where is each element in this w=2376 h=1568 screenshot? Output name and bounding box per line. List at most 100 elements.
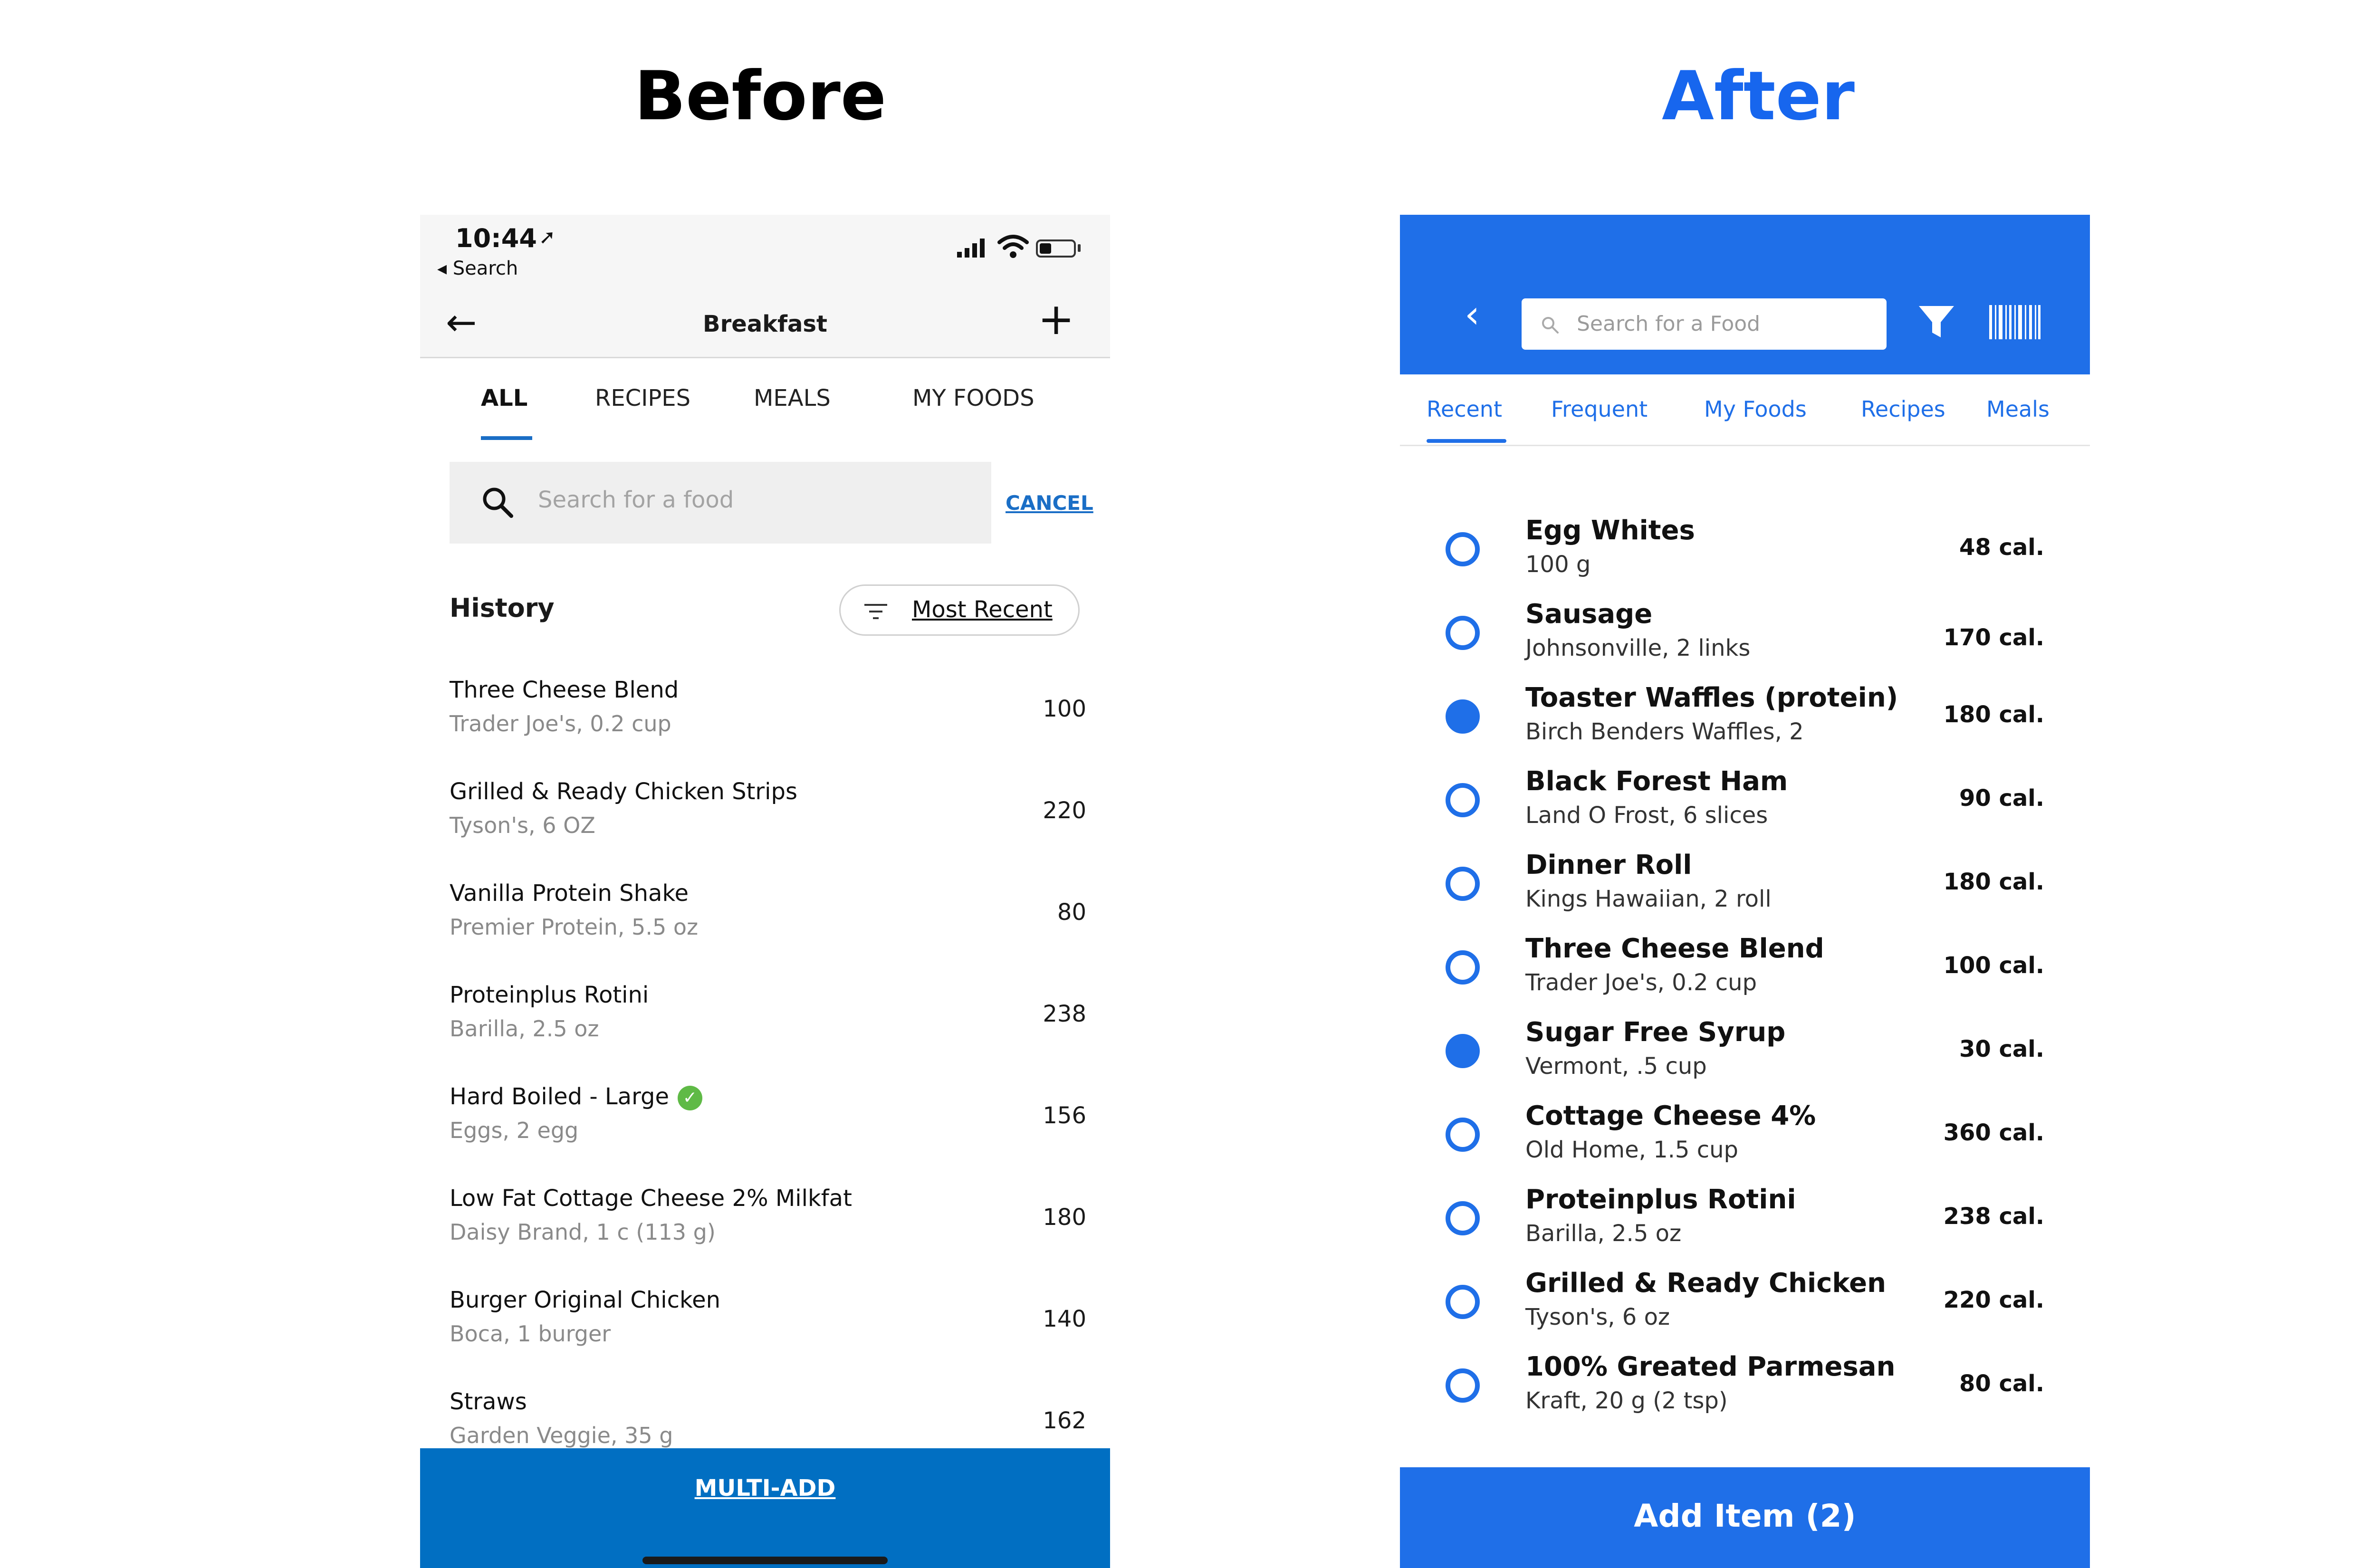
food-detail: Premier Protein, 5.5 oz [450, 914, 699, 940]
food-calories: 180 cal. [1943, 701, 2044, 728]
cellular-signal-icon [957, 239, 985, 258]
sort-button[interactable]: Most Recent [839, 584, 1080, 636]
tab-my-foods[interactable]: MY FOODS [912, 385, 1035, 411]
select-radio[interactable] [1446, 1118, 1480, 1152]
list-item[interactable]: Low Fat Cottage Cheese 2% Milkfat Daisy … [450, 1185, 1086, 1287]
tab-frequent[interactable]: Frequent [1551, 396, 1648, 422]
select-radio[interactable] [1446, 1034, 1480, 1068]
list-item[interactable]: Black Forest Ham Land O Frost, 6 slices … [1400, 766, 2090, 850]
status-time: 10:44 [455, 223, 537, 253]
select-radio[interactable] [1446, 1201, 1480, 1235]
list-item[interactable]: Cottage Cheese 4% Old Home, 1.5 cup 360 … [1400, 1100, 2090, 1184]
list-item[interactable]: Grilled & Ready Chicken Tyson's, 6 oz 22… [1400, 1268, 2090, 1351]
food-calories: 180 [1043, 1204, 1086, 1231]
food-name: Hard Boiled - Large [450, 1083, 669, 1110]
food-detail: Tyson's, 6 oz [1525, 1304, 1670, 1330]
list-item[interactable]: Hard Boiled - Large ✓ Eggs, 2 egg 156 [450, 1083, 1086, 1185]
search-input[interactable]: Search for a food [450, 462, 991, 544]
list-item[interactable]: Sausage Johnsonville, 2 links 170 cal. [1400, 599, 2090, 682]
food-calories: 156 [1043, 1102, 1086, 1129]
plus-icon[interactable]: + [1038, 297, 1074, 341]
food-name: Grilled & Ready Chicken Strips [450, 778, 797, 805]
nav-bar: ← Breakfast + [420, 286, 1110, 358]
list-item[interactable]: Grilled & Ready Chicken Strips Tyson's, … [450, 778, 1086, 880]
barcode-icon[interactable] [1989, 305, 2041, 339]
tab-meals[interactable]: Meals [1986, 396, 2050, 422]
filter-icon[interactable] [1918, 304, 1955, 340]
list-item[interactable]: 100% Greated Parmesan Kraft, 20 g (2 tsp… [1400, 1351, 2090, 1435]
food-calories: 238 [1043, 1001, 1086, 1027]
select-radio[interactable] [1446, 1368, 1480, 1403]
search-placeholder: Search for a food [538, 487, 734, 513]
list-item[interactable]: Vanilla Protein Shake Premier Protein, 5… [450, 880, 1086, 982]
list-item[interactable]: Sugar Free Syrup Vermont, .5 cup 30 cal. [1400, 1017, 2090, 1100]
tab-recipes[interactable]: RECIPES [595, 385, 690, 411]
list-item[interactable]: Dinner Roll Kings Hawaiian, 2 roll 180 c… [1400, 850, 2090, 933]
food-calories: 180 cal. [1943, 869, 2044, 895]
tab-recent[interactable]: Recent [1427, 396, 1502, 422]
list-item[interactable]: Toaster Waffles (protein) Birch Benders … [1400, 682, 2090, 766]
home-indicator[interactable] [642, 1557, 888, 1564]
food-detail: Trader Joe's, 0.2 cup [1525, 969, 1757, 996]
tab-all[interactable]: ALL [481, 385, 527, 411]
food-detail: Eggs, 2 egg [450, 1118, 579, 1143]
food-detail: Garden Veggie, 35 g [450, 1423, 673, 1448]
sort-label: Most Recent [912, 596, 1053, 623]
food-calories: 80 cal. [1959, 1370, 2044, 1397]
food-detail: Johnsonville, 2 links [1525, 635, 1751, 661]
select-radio[interactable] [1446, 867, 1480, 901]
food-name: Low Fat Cottage Cheese 2% Milkfat [450, 1185, 852, 1212]
sort-icon [864, 604, 887, 619]
search-icon [483, 488, 513, 518]
search-placeholder: Search for a Food [1577, 312, 1761, 336]
select-radio[interactable] [1446, 1285, 1480, 1319]
select-radio[interactable] [1446, 950, 1480, 985]
wifi-icon [997, 235, 1029, 258]
list-item[interactable]: Egg Whites 100 g 48 cal. [1400, 515, 2090, 599]
food-name: Straws [450, 1388, 527, 1415]
tab-meals[interactable]: MEALS [754, 385, 831, 411]
select-radio[interactable] [1446, 783, 1480, 817]
tabs-divider [1400, 445, 2090, 446]
before-heading: Before [634, 57, 887, 135]
food-detail: Boca, 1 burger [450, 1321, 611, 1347]
food-detail: Birch Benders Waffles, 2 [1525, 718, 1804, 745]
select-radio[interactable] [1446, 616, 1480, 650]
food-name: Black Forest Ham [1525, 766, 1788, 797]
food-name: Proteinplus Rotini [450, 982, 649, 1008]
chevron-left-icon[interactable]: ‹ [1465, 296, 1480, 334]
active-tab-indicator [481, 436, 532, 440]
battery-tip [1078, 244, 1081, 252]
food-name: Burger Original Chicken [450, 1287, 721, 1313]
search-icon [1542, 317, 1559, 334]
tab-my-foods[interactable]: My Foods [1704, 396, 1807, 422]
food-detail: Land O Frost, 6 slices [1525, 802, 1768, 829]
select-radio[interactable] [1446, 532, 1480, 566]
food-name: Toaster Waffles (protein) [1525, 682, 1898, 713]
list-item[interactable]: Three Cheese Blend Trader Joe's, 0.2 cup… [1400, 933, 2090, 1017]
list-item[interactable]: Three Cheese Blend Trader Joe's, 0.2 cup… [450, 677, 1086, 778]
active-tab-indicator [1427, 439, 1506, 443]
add-item-label: Add Item (2) [1634, 1498, 1856, 1534]
tab-recipes[interactable]: Recipes [1861, 396, 1945, 422]
food-calories: 220 [1043, 797, 1086, 824]
food-detail: Kings Hawaiian, 2 roll [1525, 886, 1772, 912]
food-calories: 48 cal. [1959, 534, 2044, 561]
food-calories: 100 cal. [1943, 952, 2044, 979]
list-item[interactable]: Proteinplus Rotini Barilla, 2.5 oz 238 c… [1400, 1184, 2090, 1268]
list-item[interactable]: Burger Original Chicken Boca, 1 burger 1… [450, 1287, 1086, 1388]
food-calories: 100 [1043, 696, 1086, 722]
food-detail: Trader Joe's, 0.2 cup [450, 711, 671, 736]
history-heading: History [450, 593, 555, 623]
food-name: Sausage [1525, 599, 1653, 630]
add-item-button[interactable]: Add Item (2) [1400, 1467, 2090, 1568]
list-item[interactable]: Proteinplus Rotini Barilla, 2.5 oz 238 [450, 982, 1086, 1083]
food-detail: Tyson's, 6 OZ [450, 813, 595, 838]
before-screen: 10:44 ➚ ◂ Search ← Breakfast + ALL RECIP… [420, 215, 1110, 1568]
multi-add-button[interactable]: MULTI-ADD [420, 1448, 1110, 1568]
multi-add-label: MULTI-ADD [694, 1475, 836, 1501]
back-to-search-link[interactable]: ◂ Search [437, 258, 518, 279]
search-input[interactable]: Search for a Food [1522, 298, 1887, 350]
select-radio[interactable] [1446, 699, 1480, 734]
cancel-button[interactable]: CANCEL [1006, 491, 1093, 515]
